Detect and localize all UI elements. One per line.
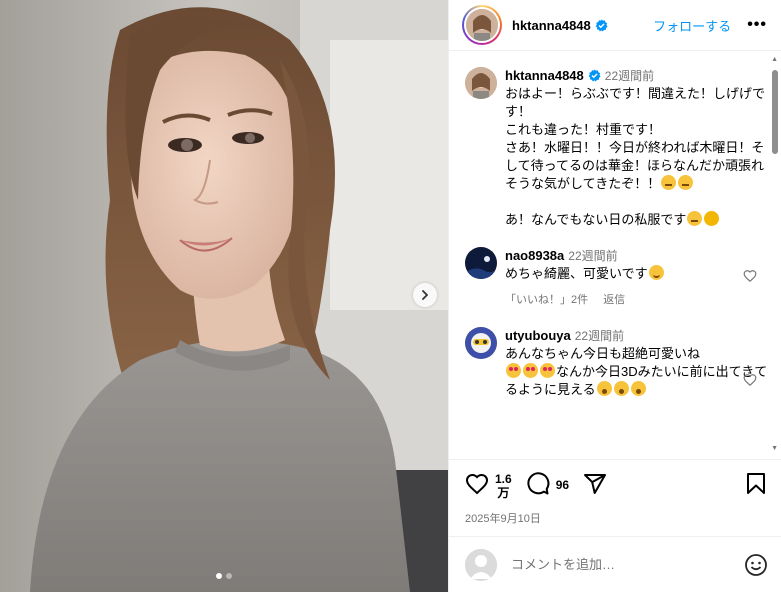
- commenter-avatar[interactable]: [465, 247, 497, 279]
- save-button[interactable]: [744, 472, 768, 496]
- heart-eyes-emoji-icon: [523, 363, 538, 378]
- comment-button[interactable]: [526, 472, 550, 496]
- like-button[interactable]: [465, 472, 489, 496]
- avatar-image: [465, 327, 497, 359]
- carousel-dot: [226, 573, 232, 579]
- verified-badge-icon: [595, 18, 608, 31]
- comments-scrollbar[interactable]: [772, 70, 778, 154]
- carousel-indicator: [0, 573, 448, 579]
- photo-image: [0, 0, 448, 592]
- carousel-dot: [216, 573, 222, 579]
- bookmark-icon: [747, 473, 765, 494]
- verified-badge-icon: [588, 69, 601, 82]
- carousel-next-button[interactable]: [413, 283, 437, 307]
- commenter-username[interactable]: nao8938a: [505, 248, 564, 263]
- comment-text: あんなちゃん今日も超絶可愛いね: [505, 346, 701, 361]
- instagram-post-modal: hktanna4848 フォローする ••• ▲ ▼ hktanna4848 2…: [0, 0, 781, 592]
- comment-item: utyubouya 22週間前 あんなちゃん今日も超絶可愛いね なんか今日3Dみた…: [465, 327, 771, 399]
- post-date[interactable]: 2025年9月10日: [465, 510, 768, 526]
- comment-time[interactable]: 22週間前: [568, 249, 617, 263]
- smile-emoji-icon: [648, 265, 664, 280]
- author-avatar[interactable]: [462, 5, 502, 45]
- heart-icon[interactable]: [743, 269, 757, 283]
- heart-eyes-emoji-icon: [506, 363, 521, 378]
- flat-face-emoji-icon: [678, 175, 694, 190]
- likes-count-number: 1.6: [495, 472, 512, 486]
- sun-emoji-icon: [704, 211, 720, 226]
- wow-emoji-icon: [596, 381, 612, 396]
- comment-text: めちゃ綺麗、可愛いです: [505, 266, 648, 281]
- comment-input[interactable]: [511, 557, 730, 572]
- flat-face-emoji-icon: [687, 211, 703, 226]
- flat-face-emoji-icon: [661, 175, 677, 190]
- comment-item: nao8938a 22週間前 めちゃ綺麗、可愛いです 「いいね！」2件 返信: [465, 247, 771, 309]
- caption-username[interactable]: hktanna4848: [505, 68, 584, 83]
- caption: hktanna4848 22週間前 おはよー！らぶぶです！間違えた！しげげです！ …: [465, 67, 771, 229]
- caption-time[interactable]: 22週間前: [605, 69, 654, 83]
- avatar-image: [465, 67, 497, 99]
- caption-body: hktanna4848 22週間前 おはよー！らぶぶです！間違えた！しげげです！ …: [505, 67, 771, 229]
- share-button[interactable]: [583, 472, 607, 496]
- scroll-down-arrow-icon[interactable]: ▼: [771, 445, 778, 452]
- scroll-up-arrow-icon[interactable]: ▲: [771, 56, 778, 63]
- comments-list: hktanna4848 22週間前 おはよー！らぶぶです！間違えた！しげげです！ …: [449, 52, 771, 458]
- post-actions: 1.6 万 96 2025年9月10日: [449, 459, 781, 526]
- post-side-panel: hktanna4848 フォローする ••• ▲ ▼ hktanna4848 2…: [448, 0, 781, 592]
- likes-count[interactable]: 1.6 万: [495, 472, 512, 500]
- wow-emoji-icon: [613, 381, 629, 396]
- post-photo[interactable]: [0, 0, 448, 592]
- add-comment-bar: [449, 536, 781, 592]
- commenter-username[interactable]: utyubouya: [505, 328, 571, 343]
- commenter-avatar[interactable]: [465, 327, 497, 359]
- caption-text: おはよー！らぶぶです！間違えた！しげげです！ これも違った！村重です！ さあ！水…: [505, 86, 766, 191]
- share-icon: [584, 474, 607, 494]
- comment-likes-count[interactable]: 「いいね！」2件: [505, 294, 588, 306]
- default-avatar-icon: [465, 548, 497, 581]
- heart-eyes-emoji-icon: [540, 363, 555, 378]
- caption-avatar[interactable]: [465, 67, 497, 99]
- current-user-avatar: [465, 548, 497, 581]
- caption-text-2: あ！なんでもない日の私服です: [505, 212, 687, 227]
- avatar-image: [466, 9, 498, 41]
- chevron-right-icon: [422, 290, 428, 300]
- post-header: hktanna4848 フォローする •••: [449, 0, 781, 51]
- emoji-icon: [745, 553, 767, 576]
- comment-icon: [527, 472, 550, 495]
- avatar-image: [465, 247, 497, 279]
- comment-time[interactable]: 22週間前: [575, 329, 624, 343]
- comments-count[interactable]: 96: [556, 478, 569, 492]
- likes-count-unit: 万: [497, 486, 510, 500]
- more-options-button[interactable]: •••: [747, 16, 767, 34]
- reply-button[interactable]: 返信: [603, 294, 625, 306]
- heart-icon: [465, 473, 489, 495]
- wow-emoji-icon: [630, 381, 646, 396]
- follow-button[interactable]: フォローする: [653, 16, 731, 35]
- heart-icon[interactable]: [743, 373, 757, 387]
- emoji-picker-button[interactable]: [744, 553, 768, 577]
- author-username[interactable]: hktanna4848: [512, 18, 591, 33]
